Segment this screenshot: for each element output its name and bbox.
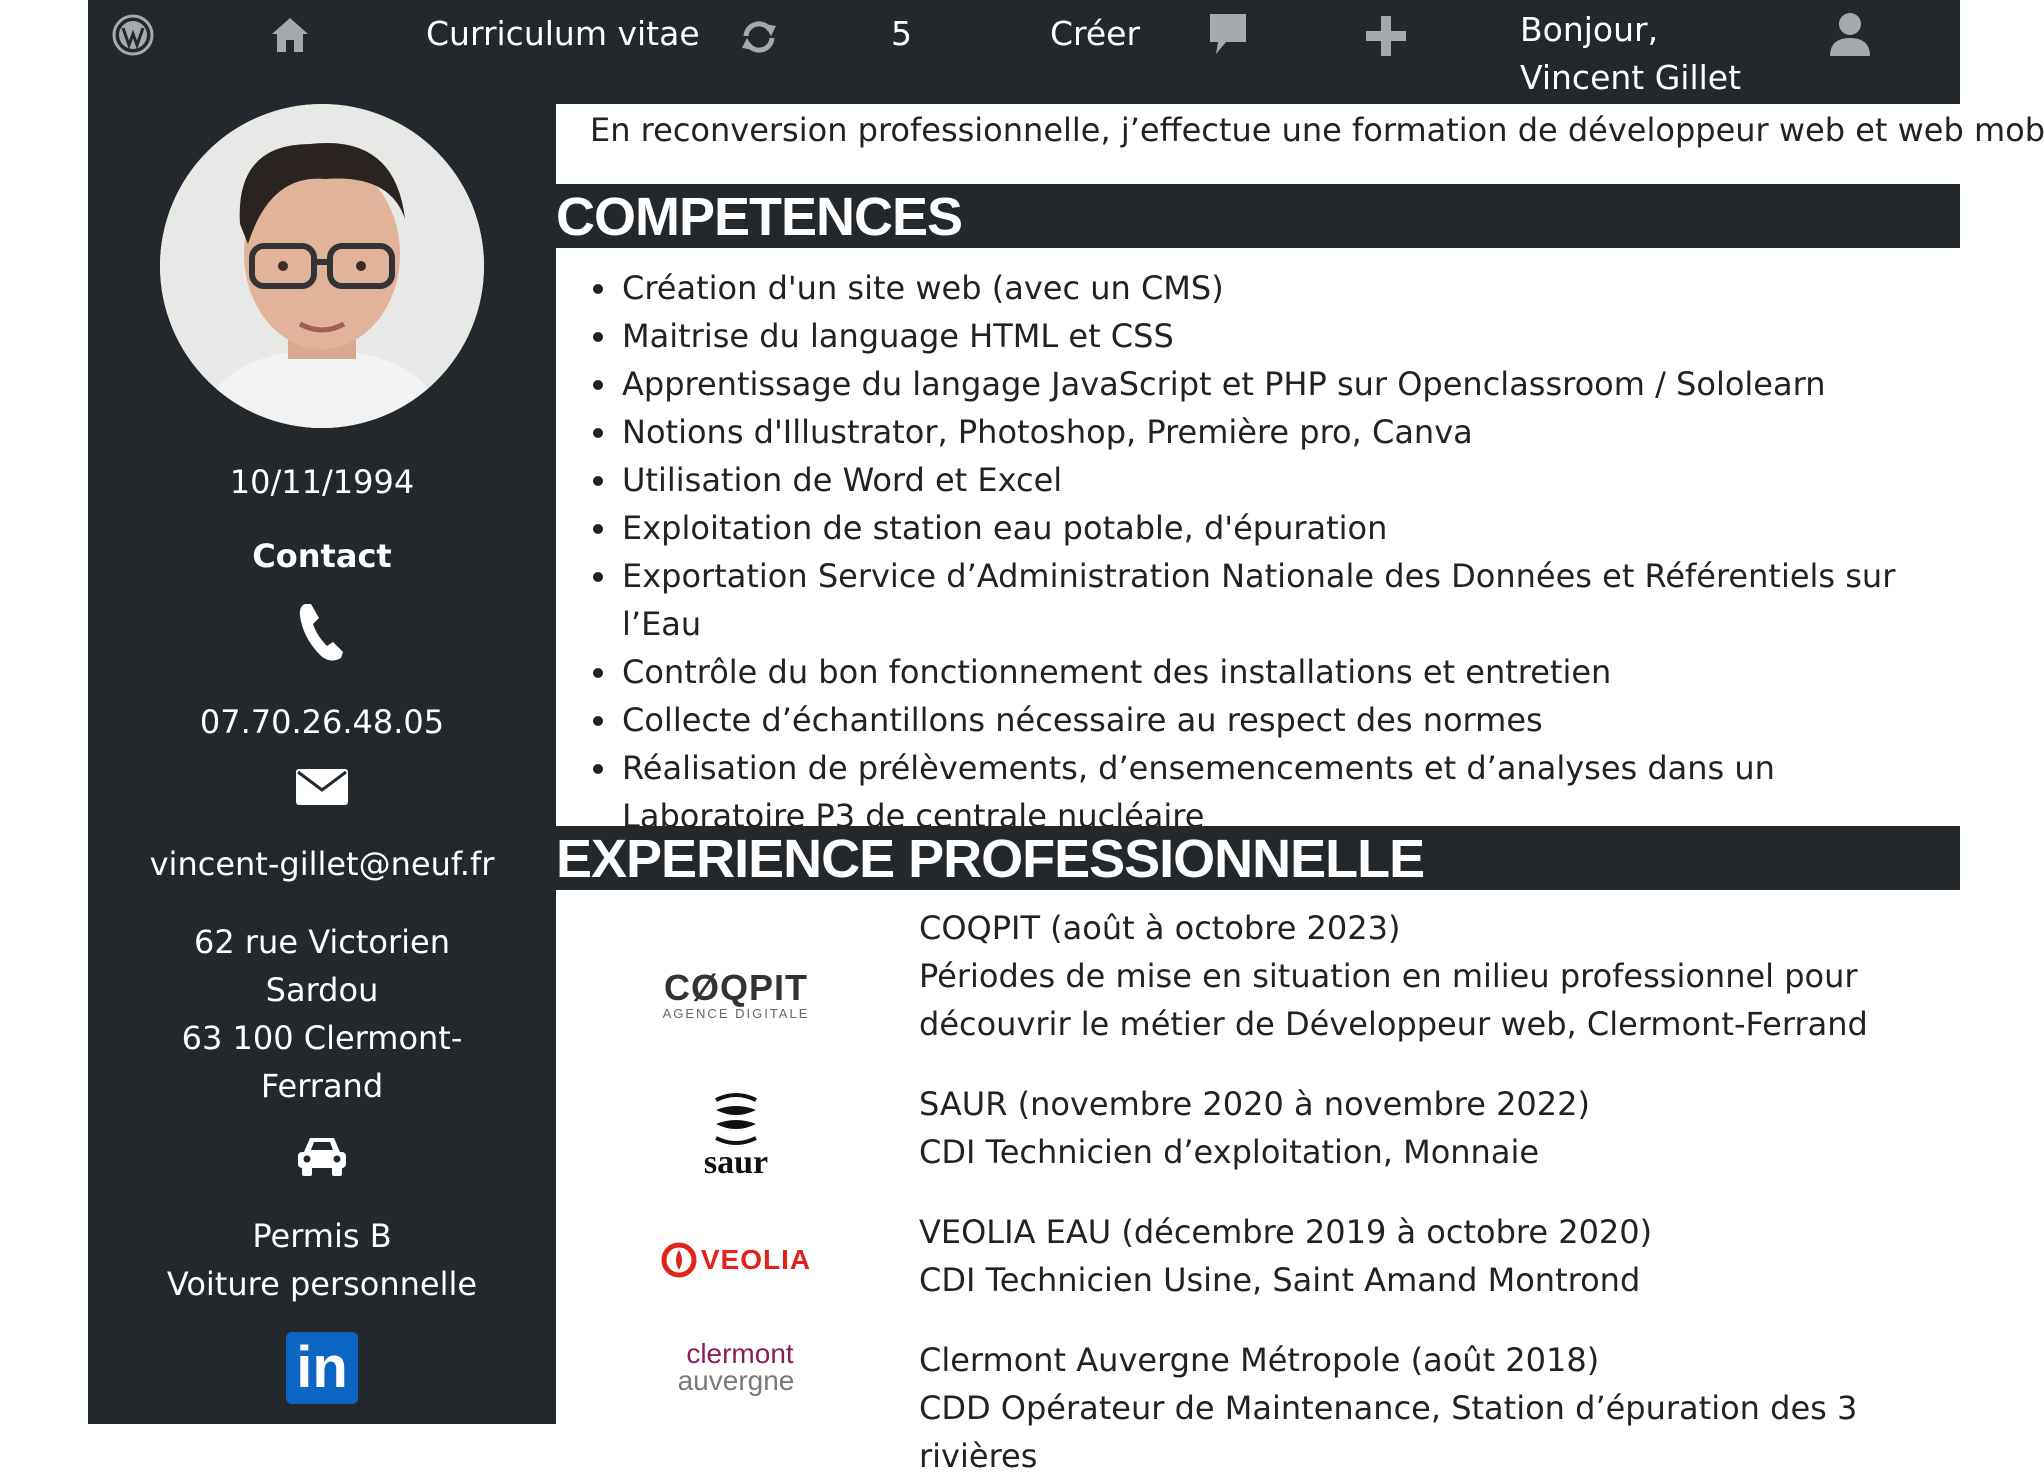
skill-item: Collecte d’échantillons nécessaire au re… — [620, 696, 1950, 744]
skill-item: Exportation Service d’Administration Nat… — [620, 552, 1950, 648]
intro-text: En reconversion professionnelle, j’effec… — [590, 111, 2044, 149]
comments-icon[interactable] — [1206, 10, 1250, 60]
saur-logo: saur — [626, 1092, 846, 1181]
skill-item: Notions d'Illustrator, Photoshop, Premiè… — [620, 408, 1950, 456]
address-line-1: 62 rue Victorien — [194, 923, 450, 961]
wordpress-logo-icon[interactable] — [112, 14, 154, 56]
experience-title: COQPIT (août à octobre 2023) — [919, 909, 1401, 947]
user-greeting[interactable]: Bonjour, Vincent Gillet — [1520, 6, 1780, 102]
veolia-logo: VEOLIA — [626, 1242, 846, 1278]
sidebar: 10/11/1994 Contact 07.70.26.48.05 vincen… — [88, 104, 556, 1424]
updates-icon[interactable] — [738, 16, 780, 58]
coqpit-logo-subtext: AGENCE DIGITALE — [662, 1006, 810, 1021]
saur-logo-mark — [715, 1093, 757, 1145]
site-title-link[interactable]: Curriculum vitae — [426, 14, 700, 53]
address-line-3: 63 100 Clermont- — [181, 1019, 463, 1057]
saur-logo-text: saur — [703, 1144, 769, 1181]
skills-heading: COMPETENCES — [556, 184, 1960, 248]
skill-item: Maitrise du language HTML et CSS — [620, 312, 1950, 360]
coqpit-logo: CØQPIT AGENCE DIGITALE — [626, 970, 846, 1022]
experience-description: CDD Opérateur de Maintenance, Station d’… — [919, 1389, 1858, 1475]
updates-count[interactable]: 5 — [891, 14, 912, 53]
create-new-link[interactable]: Créer — [1050, 14, 1140, 53]
experience-description: Périodes de mise en situation en milieu … — [919, 957, 1868, 1043]
mail-icon — [88, 768, 556, 806]
user-avatar-icon[interactable] — [1828, 10, 1872, 58]
phone-icon — [88, 600, 556, 664]
car-icon — [88, 1132, 556, 1180]
main-content: En reconversion professionnelle, j’effec… — [556, 104, 2044, 1475]
experience-heading: EXPERIENCE PROFESSIONNELLE — [556, 826, 1960, 890]
admin-bar: Curriculum vitae 5 Créer Bonjour, Vincen… — [88, 0, 1960, 104]
linkedin-icon[interactable]: in — [88, 1332, 556, 1404]
veolia-logo-mark — [661, 1242, 697, 1278]
clermont-logo-subtext: auvergne — [677, 1365, 795, 1396]
license-text: Permis B — [252, 1217, 392, 1255]
skill-item: Apprentissage du langage JavaScript et P… — [620, 360, 1950, 408]
clermont-logo-text: clermont — [686, 1338, 794, 1369]
profile-photo — [160, 104, 484, 428]
skill-item: Contrôle du bon fonctionnement des insta… — [620, 648, 1950, 696]
experience-title: VEOLIA EAU (décembre 2019 à octobre 2020… — [919, 1213, 1653, 1251]
birth-date: 10/11/1994 — [229, 463, 415, 501]
address-line-4: Ferrand — [260, 1067, 384, 1105]
skill-item: Exploitation de station eau potable, d'é… — [620, 504, 1950, 552]
phone-number[interactable]: 07.70.26.48.05 — [88, 698, 556, 746]
email-link[interactable]: vincent-gillet@neuf.fr — [88, 840, 556, 888]
clermont-logo: clermont auvergne — [626, 1338, 846, 1396]
skills-list: Création d'un site web (avec un CMS) Mai… — [590, 264, 1950, 840]
linkedin-icon-label: in — [286, 1332, 358, 1404]
experience-title: Clermont Auvergne Métropole (août 2018) — [919, 1341, 1600, 1379]
experience-description: CDI Technicien d’exploitation, Monnaie — [919, 1133, 1540, 1171]
veolia-logo-text: VEOLIA — [700, 1244, 812, 1275]
experience-description: CDI Technicien Usine, Saint Amand Montro… — [919, 1261, 1641, 1299]
vehicle-text: Voiture personnelle — [166, 1265, 478, 1303]
contact-heading: Contact — [252, 537, 392, 575]
page-margin-right — [1960, 0, 2044, 1424]
skill-item: Création d'un site web (avec un CMS) — [620, 264, 1950, 312]
address-line-2: Sardou — [265, 971, 379, 1009]
coqpit-logo-text: CØQPIT — [663, 967, 808, 1008]
page-margin-left — [0, 0, 88, 1424]
home-icon[interactable] — [268, 12, 312, 56]
plus-icon[interactable] — [1364, 14, 1408, 58]
skill-item: Utilisation de Word et Excel — [620, 456, 1950, 504]
experience-title: SAUR (novembre 2020 à novembre 2022) — [919, 1085, 1590, 1123]
